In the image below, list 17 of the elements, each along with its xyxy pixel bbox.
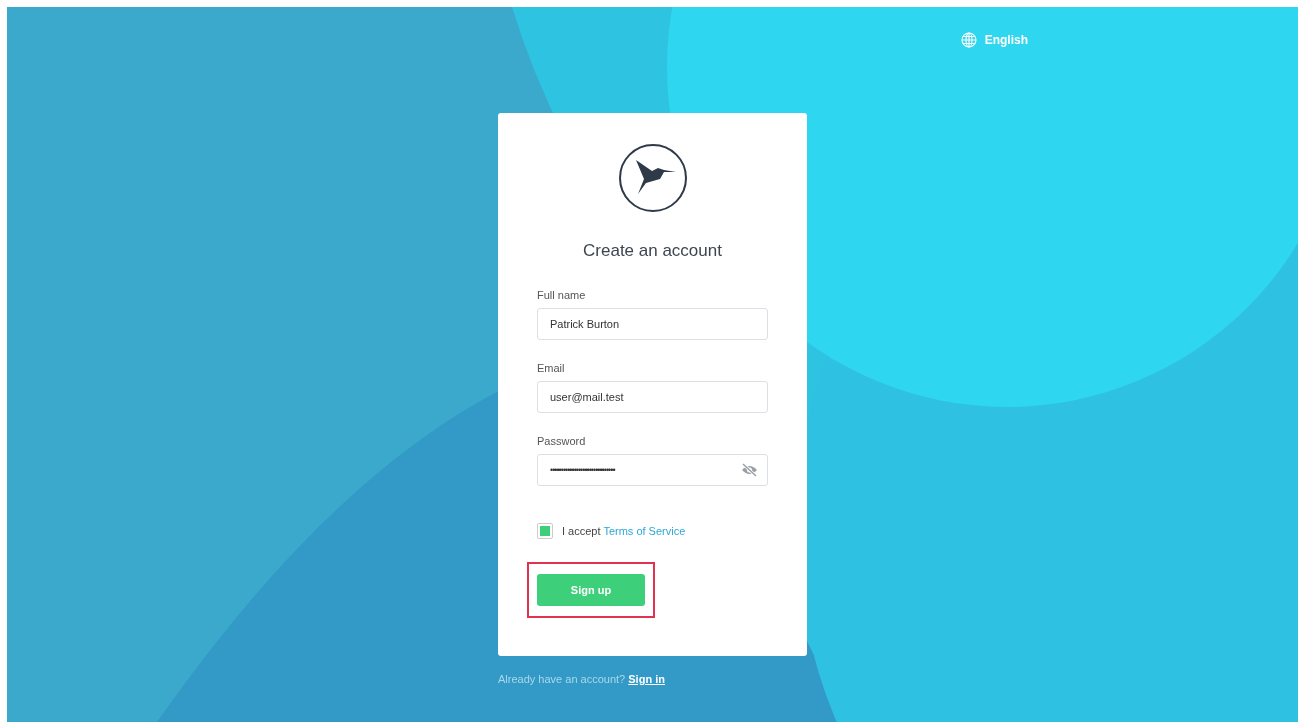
password-field[interactable]: •••••••••••••••••••••••••••••• [537,454,768,486]
bird-logo-icon [617,143,688,213]
globe-icon [960,32,977,48]
text-field[interactable]: Patrick Burton [537,308,768,340]
eye-slash-icon[interactable] [741,463,758,477]
form-title: Create an account [582,241,723,261]
field-label: Email [537,362,566,374]
language-selector[interactable]: English [960,30,1028,50]
field-label: Full name [537,289,587,301]
signin-link[interactable]: Sign in [628,673,665,685]
terms-checkbox[interactable] [537,523,553,539]
text-field[interactable]: user@mail.test [537,381,768,413]
terms-link[interactable]: Terms of Service [603,525,686,537]
signin-prompt: Already have an account? Sign in [498,673,665,685]
signup-button[interactable]: Sign up [537,574,645,606]
terms-text: I accept Terms of Service [562,525,686,537]
field-label: Password [537,435,587,447]
